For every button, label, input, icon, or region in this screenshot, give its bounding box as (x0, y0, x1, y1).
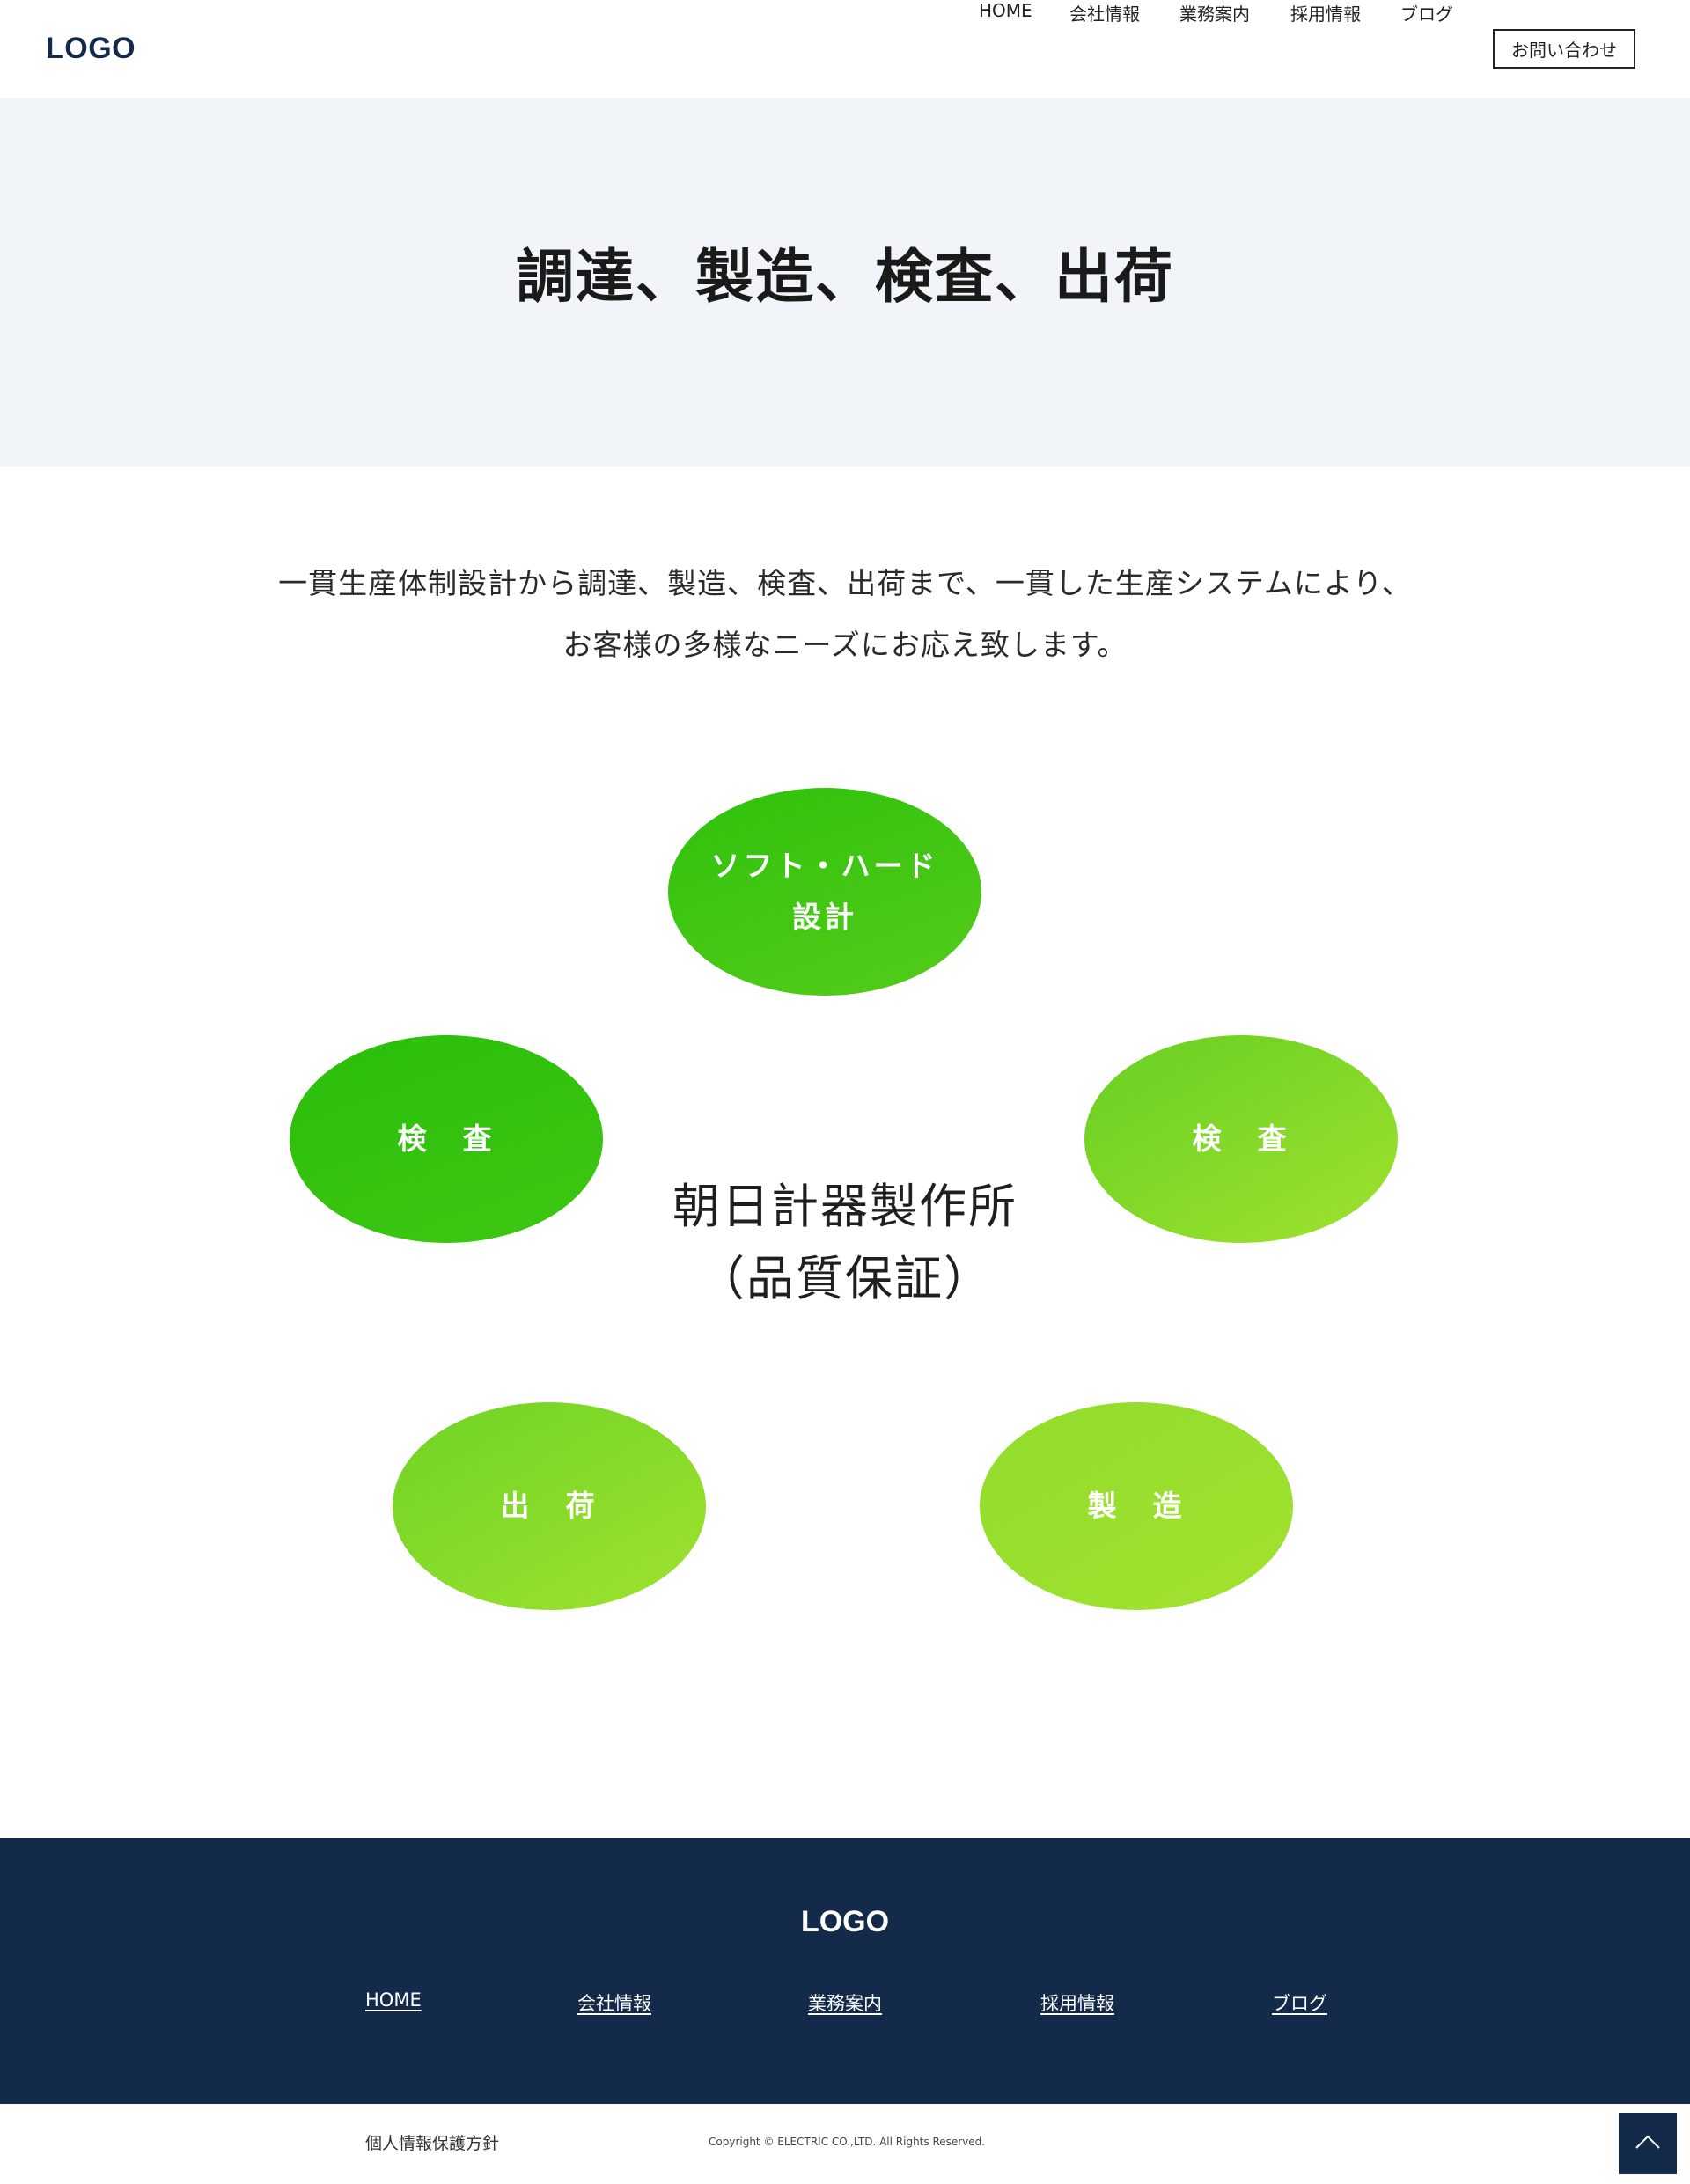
node-inspection-right-label: 検 査 (1192, 1121, 1290, 1156)
intro-text: 一貫生産体制設計から調達、製造、検査、出荷まで、一貫した生産システムにより、 お… (0, 553, 1690, 676)
header-logo[interactable]: LOGO (46, 32, 136, 66)
node-shipping-label: 出 荷 (500, 1489, 599, 1523)
footer-link-blog[interactable]: ブログ (1272, 1989, 1327, 2016)
footer-link-company[interactable]: 会社情報 (577, 1989, 651, 2016)
nav-item-recruit[interactable]: 採用情報 (1290, 0, 1361, 26)
page-hero: 調達、製造、検査、出荷 (0, 98, 1690, 467)
node-manufacturing: 製 造 (980, 1402, 1293, 1610)
nav-item-blog[interactable]: ブログ (1400, 0, 1453, 26)
center-label-line-1: 朝日計器製作所 (672, 1179, 1018, 1234)
node-inspection-left-label: 検 査 (397, 1121, 496, 1156)
footer-link-recruit[interactable]: 採用情報 (1040, 1989, 1114, 2016)
contact-button-label: お問い合わせ (1511, 40, 1617, 61)
nav-item-home[interactable]: HOME (979, 0, 1032, 21)
copyright-text: Copyright © ELECTRIC CO.,LTD. All Rights… (709, 2136, 986, 2148)
intro-line-1: 一貫生産体制設計から調達、製造、検査、出荷まで、一貫した生産システムにより、 (278, 566, 1412, 600)
nav-item-services[interactable]: 業務案内 (1179, 0, 1250, 26)
footer-bottom-bar: 個人情報保護方針 Copyright © ELECTRIC CO.,LTD. A… (0, 2104, 1690, 2184)
page-title: 調達、製造、検査、出荷 (516, 243, 1174, 311)
privacy-policy-link[interactable]: 個人情報保護方針 (365, 2130, 499, 2154)
footer-logo[interactable]: LOGO (0, 1905, 1690, 1939)
contact-button[interactable]: お問い合わせ (1493, 29, 1635, 69)
node-shipping: 出 荷 (393, 1402, 706, 1610)
node-design: ソフト・ハード 設計 (668, 788, 981, 996)
node-design-line-1: ソフト・ハード (710, 849, 939, 883)
center-label-line-2: （品質保証） (697, 1251, 993, 1306)
node-design-line-2: 設計 (792, 900, 857, 934)
diagram-center-label: 朝日計器製作所 （品質保証） (493, 1171, 1197, 1315)
nav-item-company[interactable]: 会社情報 (1069, 0, 1140, 26)
intro-line-2: お客様の多様なニーズにお応え致します。 (562, 628, 1128, 662)
chevron-up-icon (1635, 2134, 1661, 2153)
node-manufacturing-label: 製 造 (1087, 1489, 1186, 1523)
site-header: LOGO HOME 会社情報 業務案内 採用情報 ブログ お問い合わせ (0, 0, 1690, 98)
footer-link-home[interactable]: HOME (365, 1989, 422, 2011)
back-to-top-button[interactable] (1619, 2113, 1677, 2174)
footer-link-services[interactable]: 業務案内 (808, 1989, 882, 2016)
site-footer: LOGO HOME 会社情報 業務案内 採用情報 ブログ (0, 1838, 1690, 2104)
